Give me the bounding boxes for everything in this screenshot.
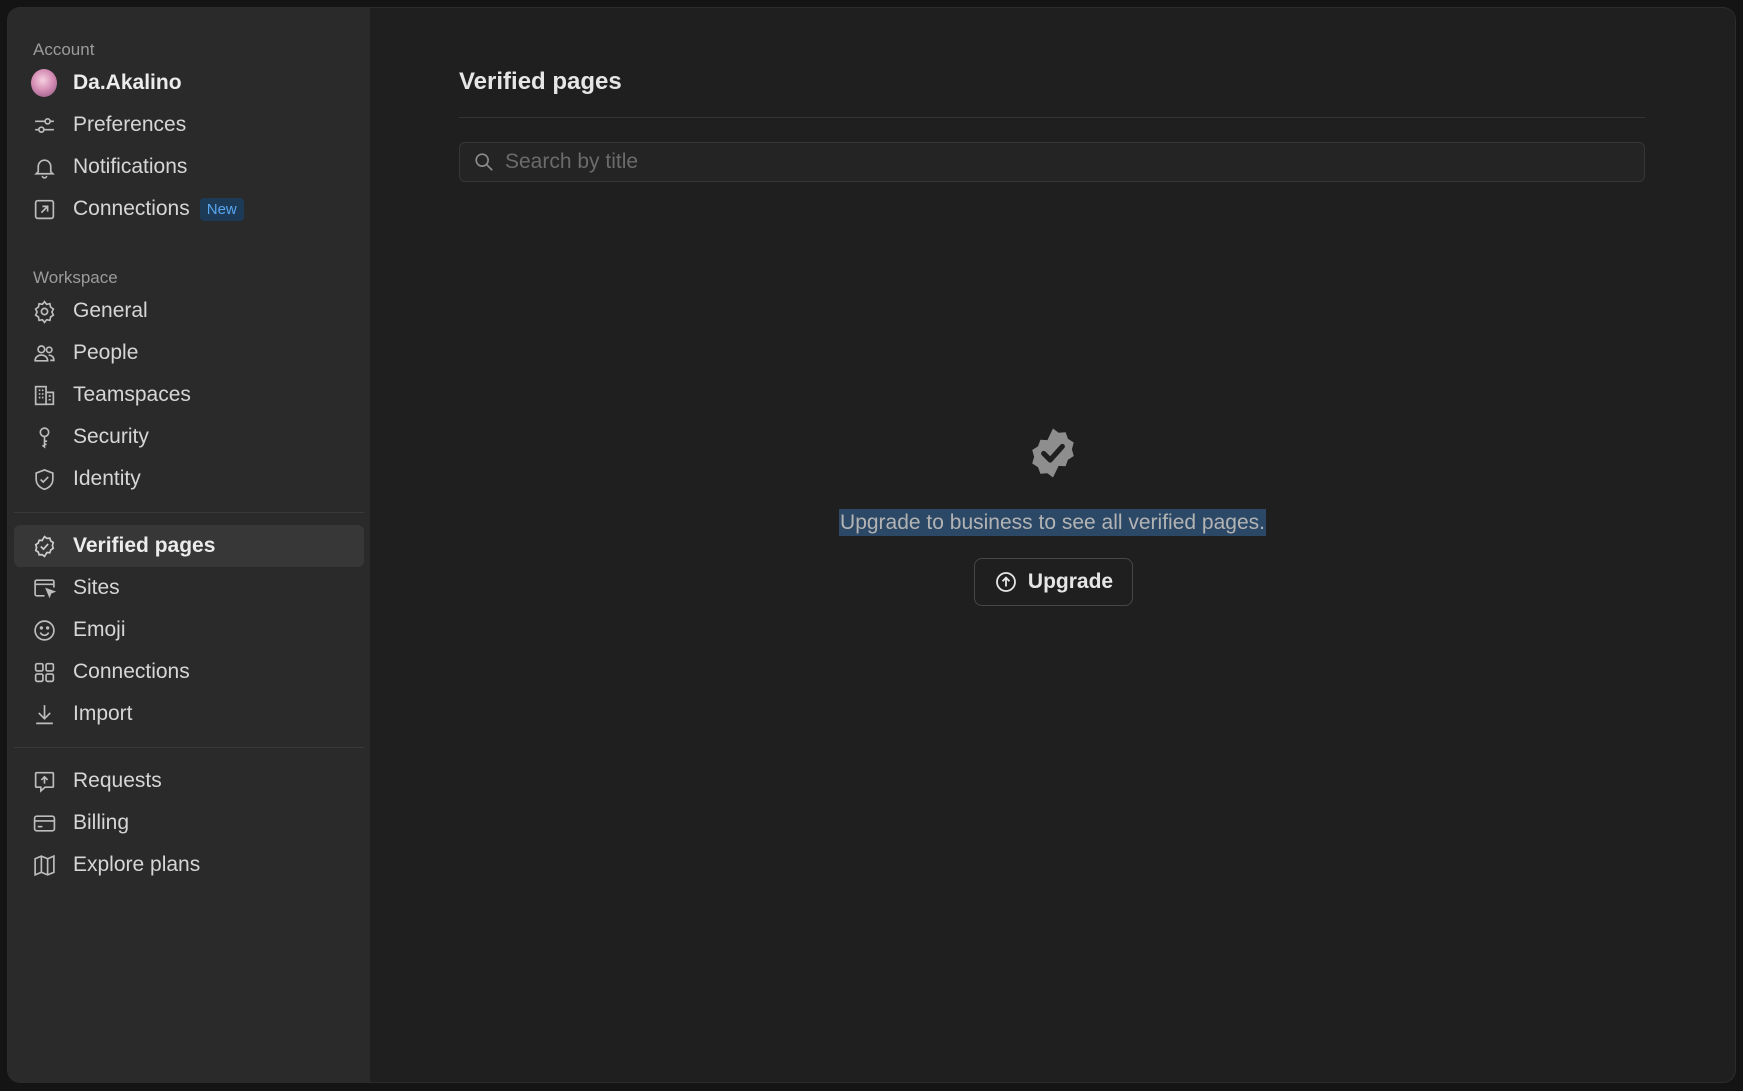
search-icon <box>475 153 493 171</box>
upgrade-button[interactable]: Upgrade <box>974 558 1133 606</box>
sidebar-item-connections-account[interactable]: Connections New <box>14 188 364 230</box>
sidebar-item-requests[interactable]: Requests <box>14 760 364 802</box>
sidebar-item-notifications[interactable]: Notifications <box>14 146 364 188</box>
workspace-section-label: Workspace <box>33 268 118 287</box>
key-icon <box>31 424 57 450</box>
new-badge: New <box>199 197 244 221</box>
sidebar-divider <box>14 747 364 748</box>
account-section-label: Account <box>33 40 95 59</box>
sidebar-item-import[interactable]: Import <box>14 693 364 735</box>
gear-icon <box>31 298 57 324</box>
people-icon <box>31 340 57 366</box>
browser-cursor-icon <box>31 575 57 601</box>
arrow-square-icon <box>31 196 57 222</box>
sidebar-item-explore-plans[interactable]: Explore plans <box>14 844 364 886</box>
sidebar-item-label: Security <box>73 425 149 448</box>
sidebar-item-security[interactable]: Security <box>14 416 364 458</box>
avatar <box>31 69 57 97</box>
sidebar-item-emoji[interactable]: Emoji <box>14 609 364 651</box>
sidebar-item-label: Connections <box>73 197 190 220</box>
sidebar-item-label: Identity <box>73 467 141 490</box>
smiley-icon <box>31 617 57 643</box>
sidebar-item-billing[interactable]: Billing <box>14 802 364 844</box>
sidebar-item-user[interactable]: Da.Akalino <box>14 62 364 104</box>
sidebar-item-label: Import <box>73 702 133 725</box>
sidebar-item-teamspaces[interactable]: Teamspaces <box>14 374 364 416</box>
download-icon <box>31 701 57 727</box>
empty-state-message: Upgrade to business to see all verified … <box>370 509 1735 536</box>
request-icon <box>31 768 57 794</box>
main-panel: Verified pages Upgrade to business to se… <box>370 8 1735 1082</box>
settings-sidebar: Account Da.Akalino Preferences Notificat… <box>8 8 370 1082</box>
settings-modal: Account Da.Akalino Preferences Notificat… <box>8 8 1735 1082</box>
sidebar-item-general[interactable]: General <box>14 290 364 332</box>
credit-card-icon <box>31 810 57 836</box>
page-title: Verified pages <box>459 68 622 95</box>
sidebar-item-label: Verified pages <box>73 534 216 557</box>
sidebar-item-label: People <box>73 341 139 364</box>
sidebar-item-identity[interactable]: Identity <box>14 458 364 500</box>
sidebar-item-connections-workspace[interactable]: Connections <box>14 651 364 693</box>
empty-state-text: Upgrade to business to see all verified … <box>839 509 1266 536</box>
bell-icon <box>31 154 57 180</box>
sidebar-divider <box>14 512 364 513</box>
title-divider <box>459 117 1645 118</box>
sidebar-item-label: Notifications <box>73 155 188 178</box>
sidebar-item-preferences[interactable]: Preferences <box>14 104 364 146</box>
sidebar-item-sites[interactable]: Sites <box>14 567 364 609</box>
grid-icon <box>31 659 57 685</box>
upgrade-label: Upgrade <box>1027 570 1114 593</box>
sidebar-item-label: Connections <box>73 660 190 683</box>
verified-badge-icon <box>1032 428 1074 478</box>
map-icon <box>31 852 57 878</box>
verified-badge-icon <box>31 533 57 559</box>
sidebar-item-label: Billing <box>73 811 130 834</box>
arrow-up-circle-icon <box>996 572 1016 592</box>
sidebar-item-label: Requests <box>73 769 162 792</box>
sidebar-item-label: Emoji <box>73 618 126 641</box>
sidebar-item-label: Sites <box>73 576 120 599</box>
sidebar-item-label: General <box>73 299 148 322</box>
sliders-icon <box>31 112 57 138</box>
shield-check-icon <box>31 466 57 492</box>
sidebar-item-people[interactable]: People <box>14 332 364 374</box>
sidebar-item-verified-pages[interactable]: Verified pages <box>14 525 364 567</box>
sidebar-item-label: Teamspaces <box>73 383 191 406</box>
search-input[interactable] <box>503 149 1644 175</box>
building-icon <box>31 382 57 408</box>
sidebar-item-label: Preferences <box>73 113 187 136</box>
search-box[interactable] <box>459 142 1645 182</box>
user-name: Da.Akalino <box>73 71 182 94</box>
sidebar-item-label: Explore plans <box>73 853 201 876</box>
